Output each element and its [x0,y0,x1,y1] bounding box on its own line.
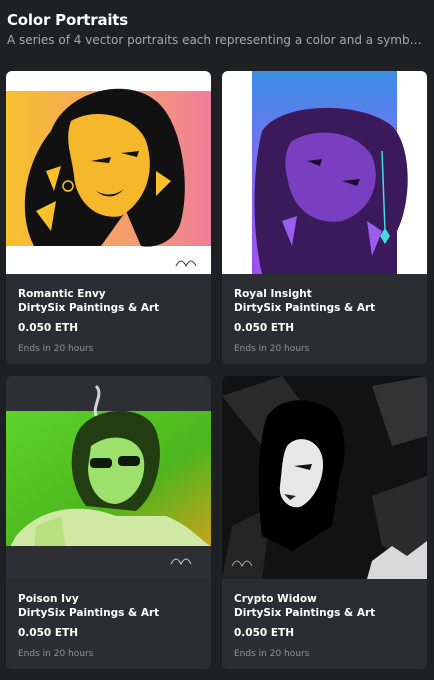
auction-ends: Ends in 20 hours [18,344,94,354]
artwork-royal-insight[interactable] [222,71,427,274]
collection-page: Color Portraits A series of 4 vector por… [0,0,434,680]
artwork-crypto-widow[interactable] [222,376,427,579]
auction-ends: Ends in 20 hours [234,344,310,354]
creator-name[interactable]: DirtySix Paintings & Art [18,301,203,315]
auction-ends: Ends in 20 hours [18,649,94,659]
creator-name[interactable]: DirtySix Paintings & Art [234,301,419,315]
collection-description[interactable]: A series of 4 vector portraits each repr… [7,32,427,48]
price: 0.050 ETH [18,322,78,334]
nft-card-crypto-widow[interactable]: Crypto Widow DirtySix Paintings & Art 0.… [222,376,427,669]
auction-ends: Ends in 20 hours [234,649,310,659]
nft-name: Romantic Envy [18,288,106,300]
nft-name: Royal Insight [234,288,312,300]
creator-name[interactable]: DirtySix Paintings & Art [234,606,419,620]
card-info: Crypto Widow DirtySix Paintings & Art 0.… [234,592,419,660]
card-info: Poison Ivy DirtySix Paintings & Art 0.05… [18,592,203,660]
price: 0.050 ETH [234,322,294,334]
price: 0.050 ETH [18,627,78,639]
nft-name: Poison Ivy [18,593,79,605]
card-info: Royal Insight DirtySix Paintings & Art 0… [234,287,419,355]
collection-title: Color Portraits [7,11,129,29]
nft-name: Crypto Widow [234,593,317,605]
card-info: Romantic Envy DirtySix Paintings & Art 0… [18,287,203,355]
creator-name[interactable]: DirtySix Paintings & Art [18,606,203,620]
nft-card-romantic-envy[interactable]: Romantic Envy DirtySix Paintings & Art 0… [6,71,211,364]
nft-card-poison-ivy[interactable]: Poison Ivy DirtySix Paintings & Art 0.05… [6,376,211,669]
artwork-poison-ivy[interactable] [6,376,211,579]
price: 0.050 ETH [234,627,294,639]
nft-card-royal-insight[interactable]: Royal Insight DirtySix Paintings & Art 0… [222,71,427,364]
artwork-romantic-envy[interactable] [6,71,211,274]
